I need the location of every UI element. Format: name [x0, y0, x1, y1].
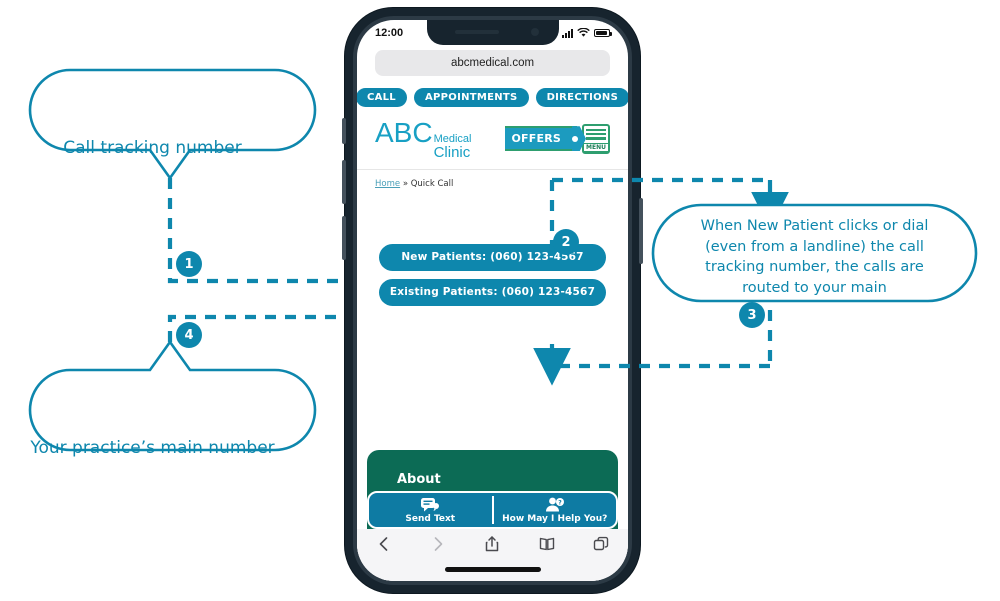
menu-line-icon: [586, 133, 606, 136]
book-icon[interactable]: [538, 535, 556, 553]
logo-abc-text: ABC: [375, 117, 433, 148]
routing-line-3: tracking number, the calls are: [705, 259, 924, 276]
logo-clinic-text: Clinic: [433, 144, 471, 162]
safari-toolbar: [357, 529, 628, 581]
battery-icon: [594, 29, 612, 37]
front-camera-icon: [530, 28, 539, 36]
phone-notch: [426, 20, 559, 45]
site-logo[interactable]: ABC Medical Clinic: [375, 117, 471, 161]
wifi-icon: [577, 28, 590, 37]
sticky-action-bar: Send Text ? How May I Help You?: [367, 491, 618, 529]
phone-button-power: [639, 198, 643, 264]
help-label: How May I Help You?: [502, 513, 608, 524]
browser-url-field[interactable]: abcmedical.com: [375, 50, 610, 76]
about-heading: About: [397, 472, 441, 487]
hamburger-menu-button[interactable]: MENU: [582, 123, 610, 154]
chat-bubble-icon: [421, 497, 440, 511]
phone-button-volume-down: [342, 216, 346, 260]
step-badge-2: 2: [553, 229, 579, 255]
quicklink-directions[interactable]: DIRECTIONS: [535, 88, 628, 107]
callout-bubble-main-number: [28, 339, 317, 452]
quick-links-row: CALL APPOINTMENTS DIRECTIONS: [357, 82, 628, 111]
cellular-bars-icon: [562, 28, 573, 38]
menu-label: MENU: [583, 142, 609, 152]
share-icon[interactable]: [483, 535, 501, 553]
chevron-left-icon[interactable]: [375, 535, 393, 553]
step-badge-3: 3: [739, 302, 765, 328]
phone-button-mute: [342, 118, 346, 144]
menu-line-icon: [586, 137, 606, 140]
quicklink-appointments[interactable]: APPOINTMENTS: [413, 88, 529, 107]
chevron-right-icon[interactable]: [429, 535, 447, 553]
step-badge-1: 1: [176, 251, 202, 277]
breadcrumb-separator: »: [402, 178, 409, 189]
existing-patients-call-button[interactable]: Existing Patients: (060) 123-4567: [379, 278, 606, 306]
browser-address-bar-wrap: abcmedical.com: [357, 50, 628, 76]
callout-text-routing: When New Patient clicks or dial (even fr…: [663, 216, 966, 298]
tabs-icon[interactable]: [592, 535, 610, 553]
person-question-icon: ?: [545, 497, 564, 511]
breadcrumb-home-link[interactable]: Home: [375, 179, 400, 189]
callout-bubble-call-tracking: [28, 68, 317, 181]
help-button[interactable]: ? How May I Help You?: [494, 497, 617, 524]
home-indicator: [444, 567, 541, 572]
send-text-label: Send Text: [405, 513, 456, 524]
routing-line-1: When New Patient clicks or dial: [700, 218, 929, 234]
menu-line-icon: [586, 128, 606, 132]
step-badge-4: 4: [176, 322, 202, 348]
phone-button-volume-up: [342, 160, 346, 204]
callout-text-main-number: Your practice’s main number: [30, 438, 275, 458]
call-buttons-group: New Patients: (060) 123-4567 Existing Pa…: [357, 189, 628, 306]
breadcrumb: Home » Quick Call: [357, 170, 628, 189]
diagram-canvas: 12:00 abcmedical.com CALL APPOINTMENTS D…: [0, 0, 1000, 601]
earpiece-speaker: [454, 30, 499, 34]
quicklink-call[interactable]: CALL: [357, 88, 407, 107]
send-text-button[interactable]: Send Text: [369, 497, 492, 524]
iphone-mockup: 12:00 abcmedical.com CALL APPOINTMENTS D…: [345, 8, 640, 593]
offers-tag-hole-icon: [572, 135, 578, 142]
phone-screen: 12:00 abcmedical.com CALL APPOINTMENTS D…: [357, 20, 628, 581]
status-time: 12:00: [375, 27, 404, 39]
site-header: ABC Medical Clinic OFFERS MENU: [357, 111, 628, 169]
offers-label: OFFERS: [511, 132, 561, 146]
svg-text:?: ?: [558, 499, 562, 506]
breadcrumb-current: Quick Call: [410, 178, 454, 189]
website-content: CALL APPOINTMENTS DIRECTIONS ABC Medical…: [357, 82, 628, 581]
routing-line-4: routed to your main: [742, 279, 887, 296]
routing-line-2: (even from a landline) the call: [705, 238, 924, 255]
callout-text-call-tracking: Call tracking number: [63, 138, 242, 158]
offers-tag-button[interactable]: OFFERS: [504, 126, 578, 152]
